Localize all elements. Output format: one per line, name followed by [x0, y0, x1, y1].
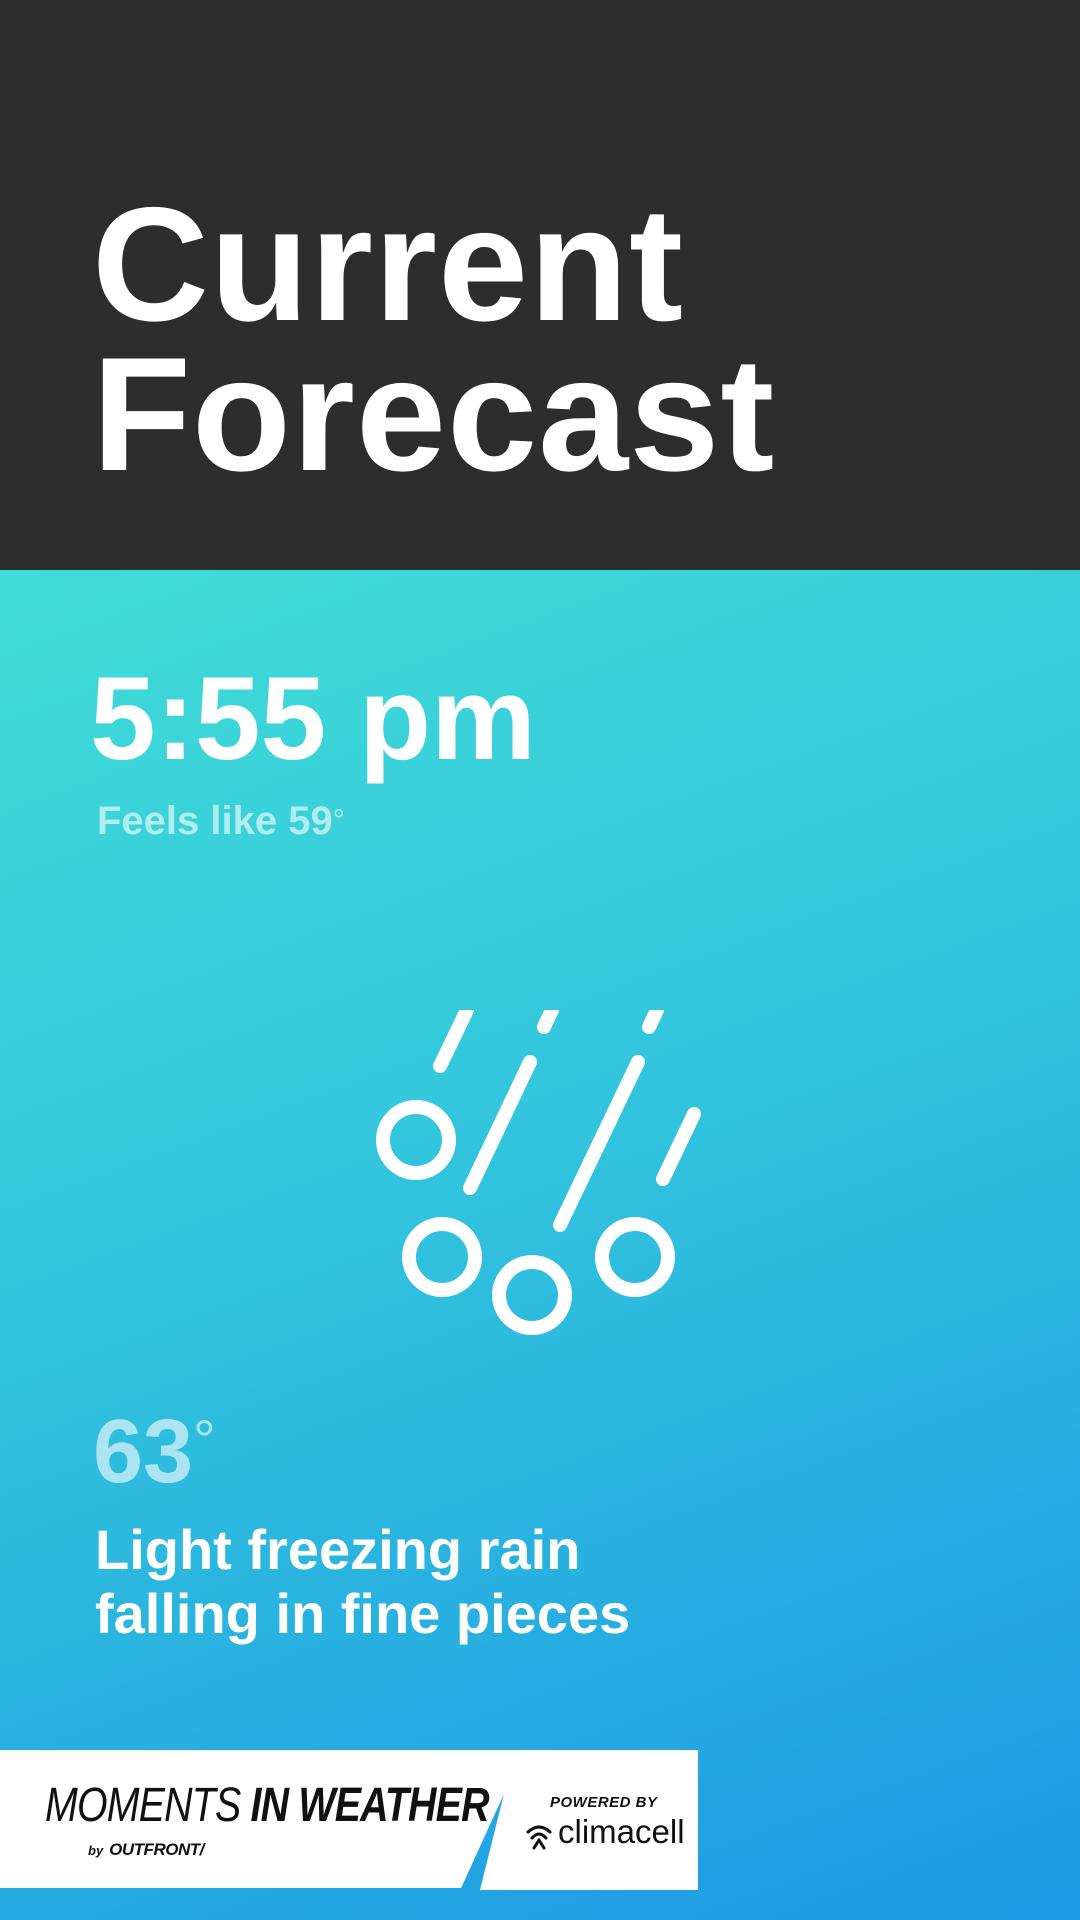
brand-part-1: MOMENTS: [45, 1779, 241, 1832]
condition-line-2: falling in fine pieces: [95, 1582, 631, 1645]
forecast-panel: 5:55 pm Feels like 59° 63° Light freezin…: [0, 570, 1080, 1920]
page-title: Current Forecast: [92, 184, 775, 496]
feels-like-label: Feels like 59: [97, 799, 333, 843]
current-time: 5:55 pm: [90, 653, 536, 785]
partner-name: climacell: [558, 1813, 685, 1850]
condition-line-1: Light freezing rain: [95, 1518, 581, 1581]
freezing-rain-icon: [360, 1003, 720, 1370]
temperature-degree: °: [193, 1408, 216, 1471]
header-panel: Current Forecast: [0, 0, 1080, 570]
partner-badge: POWERED BY climacell: [480, 1750, 698, 1890]
title-line-2: Forecast: [92, 324, 776, 505]
powered-by-text: POWERED BY: [550, 1794, 658, 1811]
brand-logo: MOMENTS IN WEATHER: [45, 1779, 490, 1832]
brand-badge: MOMENTS IN WEATHER by OUTFRONT/: [0, 1750, 524, 1888]
company-line: by OUTFRONT/: [88, 1840, 204, 1860]
by-text: by: [88, 1843, 104, 1858]
company-logo: OUTFRONT/: [109, 1840, 204, 1859]
temperature: 63°: [93, 1402, 216, 1502]
brand-part-2: IN WEATHER: [250, 1779, 490, 1832]
climacell-logo-icon: [526, 1825, 552, 1850]
feels-like-text: Feels like 59°: [97, 796, 345, 846]
temperature-value: 63: [93, 1402, 194, 1502]
feels-like-degree: °: [332, 804, 345, 837]
condition-text: Light freezing rain falling in fine piec…: [95, 1518, 795, 1646]
